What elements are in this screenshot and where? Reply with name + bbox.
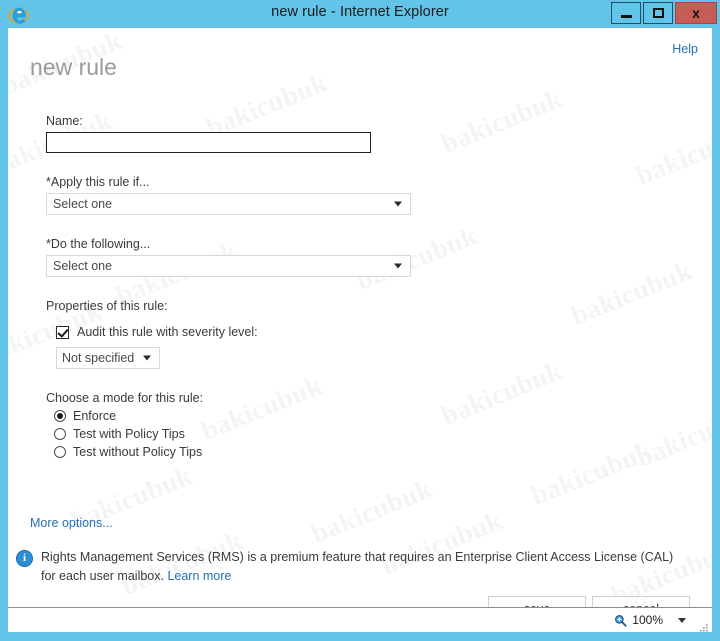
status-bar: 100% xyxy=(8,607,712,632)
page-content: bakicubuk bakicubuk bakicubuk bakicubuk … xyxy=(8,28,712,632)
audit-rule-label: Audit this rule with severity level: xyxy=(77,325,258,339)
minimize-icon xyxy=(620,15,632,18)
window-controls: x xyxy=(611,2,717,24)
mode-option-enforce[interactable]: Enforce xyxy=(54,409,666,423)
mode-label: Choose a mode for this rule: xyxy=(46,391,204,405)
audit-rule-checkbox[interactable] xyxy=(56,325,69,339)
radio-test-without-policy-tips[interactable] xyxy=(54,446,66,458)
mode-option-test-with-policy-tips[interactable]: Test with Policy Tips xyxy=(54,427,666,441)
apply-rule-if-label: *Apply this rule if... xyxy=(46,175,150,189)
minimize-button[interactable] xyxy=(611,2,641,24)
radio-enforce[interactable] xyxy=(54,410,66,422)
do-the-following-dropdown[interactable]: Select one xyxy=(46,255,411,277)
zoom-magnifier-icon xyxy=(614,614,627,627)
help-link[interactable]: Help xyxy=(672,42,698,56)
close-button[interactable]: x xyxy=(675,2,717,24)
name-input[interactable] xyxy=(46,132,371,153)
zoom-control[interactable]: 100% xyxy=(614,613,686,627)
page-title: new rule xyxy=(30,54,117,80)
mode-option-test-without-policy-tips[interactable]: Test without Policy Tips xyxy=(54,445,666,459)
chevron-down-icon xyxy=(394,263,402,269)
mode-option-label: Enforce xyxy=(73,409,117,423)
radio-test-with-policy-tips[interactable] xyxy=(54,428,66,440)
learn-more-link[interactable]: Learn more xyxy=(167,569,231,583)
rms-notice-text: Rights Management Services (RMS) is a pr… xyxy=(41,548,688,587)
close-icon: x xyxy=(692,5,700,21)
properties-label: Properties of this rule: xyxy=(46,299,168,313)
mode-option-label: Test without Policy Tips xyxy=(73,445,203,459)
content-root: Help new rule Name: *Apply this rule if.… xyxy=(8,28,712,632)
do-the-following-label: *Do the following... xyxy=(46,237,151,251)
apply-rule-if-dropdown[interactable]: Select one xyxy=(46,193,411,215)
maximize-button[interactable] xyxy=(643,2,673,24)
rms-notice-body: Rights Management Services (RMS) is a pr… xyxy=(41,550,674,584)
do-the-following-value: Select one xyxy=(53,259,113,273)
new-rule-form: Name: *Apply this rule if... Select one … xyxy=(46,114,666,459)
title-bar: new rule - Internet Explorer x xyxy=(0,0,720,28)
chevron-down-icon xyxy=(143,355,151,361)
more-options-link[interactable]: More options... xyxy=(30,516,113,530)
severity-level-value: Not specified xyxy=(62,351,135,365)
name-label: Name: xyxy=(46,114,83,128)
rms-notice: i Rights Management Services (RMS) is a … xyxy=(16,548,688,587)
maximize-icon xyxy=(652,8,664,18)
zoom-level-value: 100% xyxy=(632,613,663,627)
ie-window: new rule - Internet Explorer x bakicubuk… xyxy=(0,0,720,641)
chevron-down-icon xyxy=(394,201,402,207)
apply-rule-if-value: Select one xyxy=(53,197,113,211)
mode-option-label: Test with Policy Tips xyxy=(73,427,185,441)
chevron-down-icon[interactable] xyxy=(678,617,686,623)
severity-level-dropdown[interactable]: Not specified xyxy=(56,347,160,369)
info-icon: i xyxy=(16,550,33,567)
resize-grip[interactable] xyxy=(699,620,709,632)
audit-rule-checkbox-row[interactable]: Audit this rule with severity level: xyxy=(56,325,666,339)
